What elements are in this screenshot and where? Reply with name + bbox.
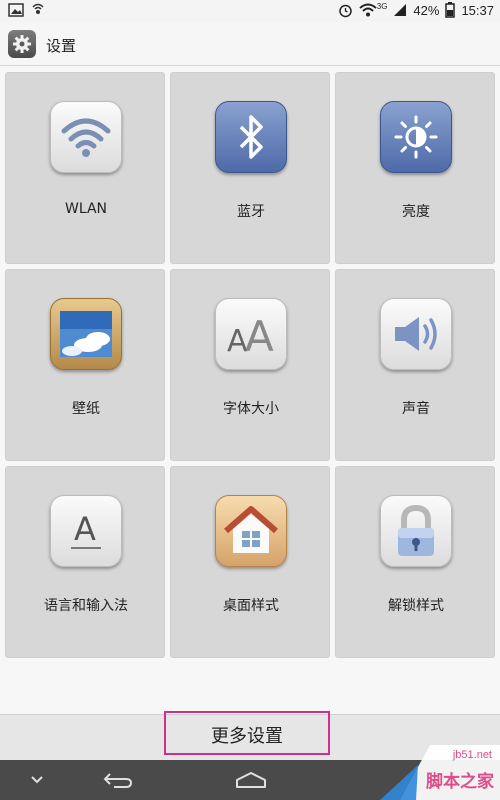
tile-wallpaper[interactable]: 壁纸 bbox=[5, 269, 165, 461]
tile-bluetooth[interactable]: 蓝牙 bbox=[170, 72, 330, 264]
watermark-name: 脚本之家 bbox=[426, 772, 494, 792]
svg-text:A: A bbox=[74, 510, 96, 548]
tile-label: WLAN bbox=[64, 201, 107, 217]
brightness-icon bbox=[380, 101, 452, 173]
watermark-site: jb51.net bbox=[452, 749, 492, 761]
bluetooth-icon bbox=[215, 101, 287, 173]
tile-language-input[interactable]: A 语言和输入法 bbox=[5, 466, 165, 658]
font-size-icon: A A bbox=[215, 298, 287, 370]
wallpaper-icon bbox=[50, 298, 122, 370]
tile-sound[interactable]: 声音 bbox=[335, 269, 495, 461]
clock: 15:37 bbox=[461, 2, 494, 18]
status-bar: 3G 42% 15:37 bbox=[0, 0, 500, 22]
network-type: 3G bbox=[376, 1, 388, 11]
tile-label: 解锁样式 bbox=[388, 598, 444, 614]
tile-wlan[interactable]: WLAN bbox=[5, 72, 165, 264]
lock-icon bbox=[380, 495, 452, 567]
tile-label: 声音 bbox=[402, 401, 430, 417]
home-style-icon bbox=[215, 495, 287, 567]
wifi-status-icon bbox=[359, 3, 377, 17]
tile-label: 壁纸 bbox=[72, 401, 100, 417]
chevron-down-icon bbox=[31, 776, 43, 784]
tile-brightness[interactable]: 亮度 bbox=[335, 72, 495, 264]
tile-font-size[interactable]: A A 字体大小 bbox=[170, 269, 330, 461]
gear-icon bbox=[8, 30, 36, 58]
tile-unlock-style[interactable]: 解锁样式 bbox=[335, 466, 495, 658]
battery-level: 42% bbox=[413, 2, 440, 18]
battery-icon bbox=[445, 2, 456, 18]
home-icon bbox=[236, 772, 266, 788]
alarm-icon bbox=[339, 4, 352, 17]
watermark: jb51.net 脚本之家 bbox=[380, 745, 500, 800]
title-bar: 设置 bbox=[0, 22, 500, 66]
svg-text:A: A bbox=[245, 312, 274, 357]
tile-home-style[interactable]: 桌面样式 bbox=[170, 466, 330, 658]
back-icon bbox=[103, 773, 133, 788]
home-button[interactable] bbox=[233, 768, 269, 792]
tile-label: 亮度 bbox=[402, 204, 430, 220]
wifi-icon bbox=[50, 101, 122, 173]
image-icon bbox=[8, 3, 24, 17]
hotspot-icon bbox=[32, 3, 44, 14]
tile-label: 蓝牙 bbox=[237, 204, 265, 220]
more-settings-label: 更多设置 bbox=[211, 726, 283, 747]
page-title: 设置 bbox=[46, 37, 77, 55]
settings-grid: WLAN 蓝牙 亮度 壁纸 A A 字体大小 声音 A 语言和输入法 桌面样式 … bbox=[0, 66, 500, 662]
signal-icon bbox=[394, 4, 407, 16]
tile-label: 桌面样式 bbox=[223, 598, 279, 614]
tile-label: 语言和输入法 bbox=[44, 598, 128, 614]
hide-keyboard-button[interactable] bbox=[22, 768, 52, 792]
back-button[interactable] bbox=[100, 768, 136, 792]
language-icon: A bbox=[50, 495, 122, 567]
grid-spacer bbox=[0, 662, 500, 714]
sound-icon bbox=[380, 298, 452, 370]
tile-label: 字体大小 bbox=[223, 401, 279, 417]
